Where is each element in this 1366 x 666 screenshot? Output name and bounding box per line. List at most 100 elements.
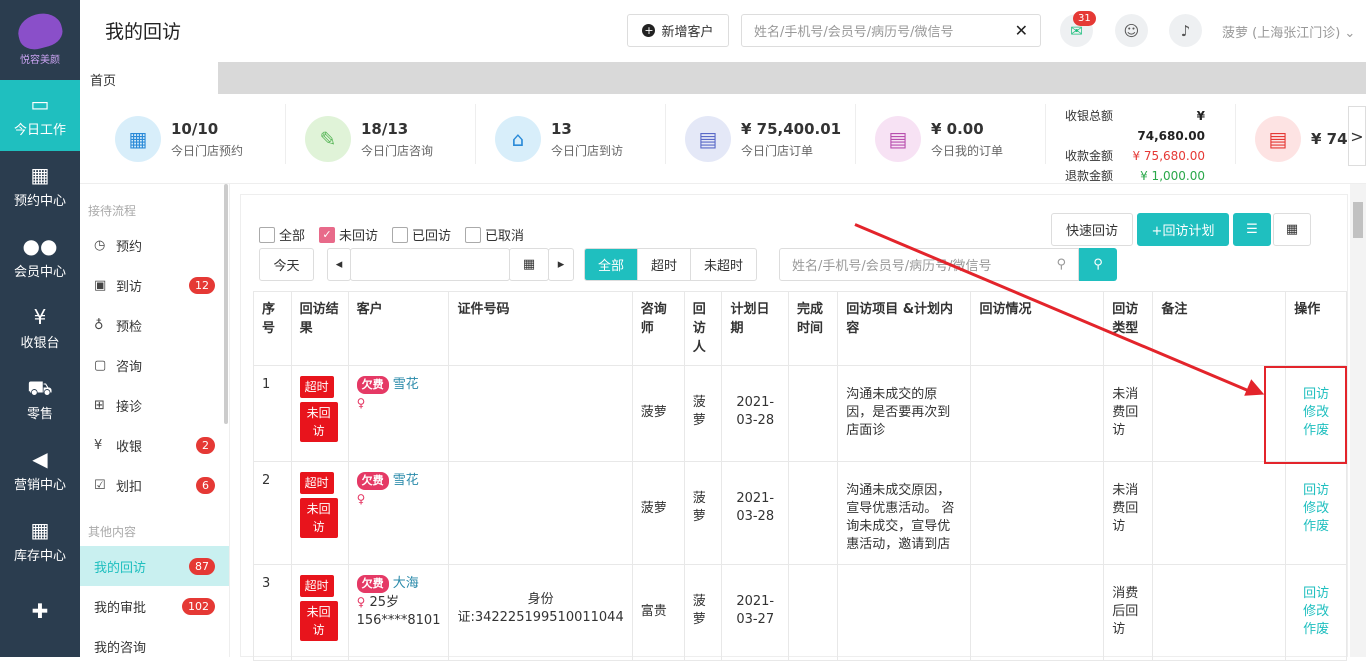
followup-link[interactable]: 回访 <box>1294 585 1338 603</box>
sidebar-label: 接诊 <box>116 399 143 415</box>
unvisited-tag: 未回访 <box>299 498 338 538</box>
store-icon: ⌂ <box>495 116 541 162</box>
nav-item-medkit[interactable]: ✚ <box>0 577 80 648</box>
timeout-segment: 全部 超时 未超时 <box>584 248 758 281</box>
sidebar-item-precheck[interactable]: ♁ 预检 <box>80 305 229 345</box>
tab-bar: 首页 <box>80 62 1366 94</box>
void-link[interactable]: 作废 <box>1294 621 1338 639</box>
group-icon[interactable]: ☺ <box>1115 14 1148 47</box>
stat-next[interactable]: ▤ ¥ 74 <box>1255 104 1348 174</box>
table-row: 1 超时未回访 欠费 雪花 ♀ 菠萝 菠萝 2021-03-28 沟通未成交的原因，是否要再… <box>253 365 1347 462</box>
divider <box>1235 104 1236 164</box>
filter-cancelled-checkbox[interactable]: 已取消 <box>465 225 524 244</box>
status-filters: 全部 ✓ 未回访 已回访 已取消 <box>259 225 524 244</box>
calendar-icon[interactable]: ▦ <box>509 248 549 281</box>
grid-view-icon[interactable]: ▦ <box>1273 213 1311 246</box>
seg-all[interactable]: 全部 <box>585 249 639 280</box>
arrears-badge: 欠费 <box>356 376 389 394</box>
consult-form-icon: ✎ <box>305 116 351 162</box>
cell-finish-time <box>787 564 839 661</box>
cell-result: 超时未回访 <box>290 564 349 661</box>
filter-all-checkbox[interactable]: 全部 <box>259 225 305 244</box>
sidebar-item-my-approval[interactable]: 我的审批 102 <box>80 586 229 626</box>
followup-panel: 全部 ✓ 未回访 已回访 已取消 快速回访 +回访计划 ☰ ▦ 今天 ◂ ▦ ▸ … <box>240 194 1348 661</box>
stat-value: ¥ 75,400.01 <box>741 119 842 138</box>
add-plan-button[interactable]: +回访计划 <box>1137 213 1229 246</box>
seg-not-timeout[interactable]: 未超时 <box>691 249 756 280</box>
stat-consultations[interactable]: ✎ 18/13 今日门店咨询 <box>305 104 433 174</box>
tab-home[interactable]: 首页 <box>80 62 218 94</box>
cell-content: 沟通未成交原因，宣导优惠活动。 咨询未成交，宣导优惠活动，邀请到店 <box>837 461 972 565</box>
stats-next-arrow[interactable]: > <box>1348 106 1366 166</box>
nav-item-cashier[interactable]: ¥ 收银台 <box>0 293 80 364</box>
search-button[interactable]: ⚲ <box>1079 248 1117 281</box>
cell-customer: 欠费 雪花 ♀ <box>347 365 450 462</box>
sidebar-item-visit[interactable]: ▣ 到访 12 <box>80 265 229 305</box>
section-title: 接待流程 <box>88 204 137 218</box>
count-badge: 87 <box>189 557 215 575</box>
stats-strip: ▦ 10/10 今日门店预约 ✎ 18/13 今日门店咨询 ⌂ 13 今日门店到访 ▤… <box>80 94 1366 184</box>
cell-id <box>448 461 633 565</box>
nav-item-member[interactable]: ●● 会员中心 <box>0 222 80 293</box>
sidebar-item-appointment[interactable]: ◷ 预约 <box>80 225 229 265</box>
sidebar-item-consult[interactable]: ▢ 咨询 <box>80 345 229 385</box>
invoice-icon: ▤ <box>875 116 921 162</box>
followup-link[interactable]: 回访 <box>1294 482 1338 500</box>
nav-label: 营销中心 <box>13 478 66 493</box>
sidebar-item-my-followup[interactable]: 我的回访 87 <box>80 546 229 586</box>
date-input[interactable] <box>350 248 510 281</box>
stat-store-orders[interactable]: ▤ ¥ 75,400.01 今日门店订单 <box>685 104 841 174</box>
stat-my-orders[interactable]: ▤ ¥ 0.00 今日我的订单 <box>875 104 1003 174</box>
checkbox-label: 未回访 <box>339 229 379 244</box>
cell-actions: 回访 修改 作废 <box>1285 564 1347 661</box>
new-customer-button[interactable]: + 新增客户 <box>627 14 729 47</box>
next-date-icon[interactable]: ▸ <box>548 248 574 281</box>
global-search-input[interactable]: 姓名/手机号/会员号/病历号/微信号 ✕ <box>741 14 1041 47</box>
received-value: ¥ 75,680.00 <box>1132 149 1205 163</box>
cell-no: 1 <box>253 365 292 462</box>
nav-item-marketing[interactable]: ◀ 营销中心 <box>0 435 80 506</box>
sidebar-item-cashier[interactable]: ¥ 收银 2 <box>80 425 229 465</box>
stat-label: 今日门店到访 <box>551 143 624 158</box>
edit-link[interactable]: 修改 <box>1294 603 1338 621</box>
calendar-check-icon: ▦ <box>115 116 161 162</box>
quick-followup-button[interactable]: 快速回访 <box>1051 213 1133 246</box>
customer-name-link[interactable]: 大海 <box>393 576 419 591</box>
nav-item-appointment[interactable]: ▦ 预约中心 <box>0 151 80 222</box>
filter-visited-checkbox[interactable]: 已回访 <box>392 225 451 244</box>
nav-item-inventory[interactable]: ▦ 库存中心 <box>0 506 80 577</box>
customer-name-link[interactable]: 雪花 <box>393 473 419 488</box>
list-search-input[interactable]: 姓名/手机号/会员号/病历号/微信号 ⚲ <box>779 248 1079 281</box>
mute-bell-icon[interactable]: ♪ <box>1169 14 1202 47</box>
laptop-icon: ▭ <box>30 92 50 116</box>
sidebar-item-deduct[interactable]: ☑ 划扣 6 <box>80 465 229 505</box>
edit-link[interactable]: 修改 <box>1294 500 1338 518</box>
filter-unvisited-checkbox[interactable]: ✓ 未回访 <box>319 225 378 244</box>
sidebar-item-my-consult[interactable]: 我的咨询 <box>80 626 229 666</box>
main-nav: 悦容美颜 ▭ 今日工作 ▦ 预约中心 ●● 会员中心 ¥ 收银台 ⛟ 零售 ◀ 营销中心 ▦… <box>0 0 80 657</box>
cell-plan-date: 2021-03-28 <box>721 365 789 462</box>
new-customer-label: 新增客户 <box>661 25 714 40</box>
stat-appointments[interactable]: ▦ 10/10 今日门店预约 <box>115 104 243 174</box>
prev-date-icon[interactable]: ◂ <box>327 248 351 281</box>
void-link[interactable]: 作废 <box>1294 518 1338 536</box>
seg-timeout[interactable]: 超时 <box>638 249 692 280</box>
scrollbar-thumb[interactable] <box>1353 202 1363 238</box>
clear-icon[interactable]: ✕ <box>1015 21 1028 40</box>
nav-item-retail[interactable]: ⛟ 零售 <box>0 364 80 435</box>
nav-item-today-work[interactable]: ▭ 今日工作 <box>0 80 80 151</box>
sidebar-label: 收银 <box>116 439 143 455</box>
customer-name-link[interactable]: 雪花 <box>393 377 419 392</box>
list-view-icon[interactable]: ☰ <box>1233 213 1271 246</box>
stat-visits[interactable]: ⌂ 13 今日门店到访 <box>495 104 623 174</box>
section-title: 其他内容 <box>88 525 137 539</box>
cell-visitor: 菠萝 <box>683 564 723 661</box>
page-scrollbar[interactable] <box>1350 184 1366 657</box>
today-button[interactable]: 今天 <box>259 248 314 281</box>
sidebar-item-reception[interactable]: ⊞ 接诊 <box>80 385 229 425</box>
user-menu[interactable]: 菠萝 (上海张江门诊) ⌄ <box>1222 22 1355 41</box>
cart-icon: ⛟ <box>27 376 53 400</box>
cash-totals: 收银总额 ¥ 74,680.00 收款金额 ¥ 75,680.00 退款金额 ¥ 1,… <box>1065 106 1205 186</box>
yen-icon: ¥ <box>33 305 47 329</box>
plus-circle-icon: + <box>642 24 656 37</box>
